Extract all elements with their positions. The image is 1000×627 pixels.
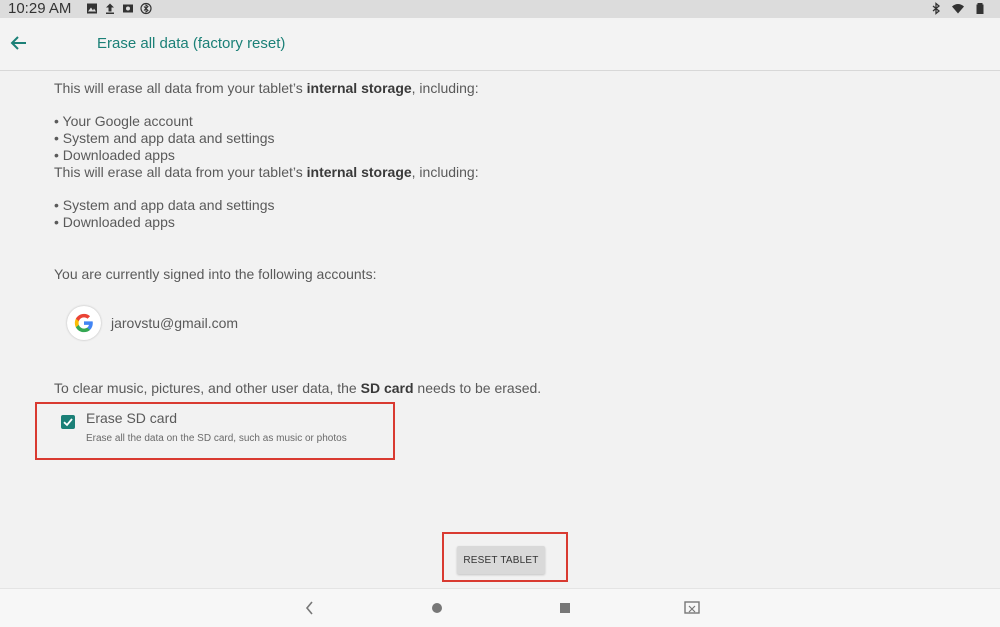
erase-list-1: • Your Google account • System and app d… [54,113,275,164]
erase-sd-title: Erase SD card [86,410,178,426]
battery-icon [976,3,984,14]
google-logo-icon [74,313,93,333]
erase-sd-subtitle: Erase all the data on the SD card, such … [86,433,347,444]
screenshot-icon[interactable] [682,598,702,618]
sd-card-note: To clear music, pictures, and other user… [54,380,542,396]
reset-button-highlight: RESET TABLET [442,532,568,582]
internal-storage-warning: This will erase all data from your table… [54,80,479,96]
arrow-left-icon[interactable] [8,32,30,54]
account-email: jarovstu@gmail.com [111,315,239,331]
wifi-icon [952,4,964,14]
home-circle-icon[interactable] [427,598,447,618]
photo-icon [123,4,133,13]
reset-tablet-button[interactable]: RESET TABLET [457,546,545,574]
upload-icon [106,3,114,14]
list-item: • Downloaded apps [54,214,175,230]
bluetooth-icon [932,2,941,15]
back-triangle-icon[interactable] [300,598,320,618]
avatar [67,306,101,340]
recents-square-icon[interactable] [555,598,575,618]
main-content: This will erase all data from your table… [0,71,1000,588]
navigation-bar [0,588,1000,627]
status-system-icons [930,2,986,15]
bluetooth-circle-icon [140,2,152,15]
check-icon [63,418,73,427]
image-icon [87,3,97,14]
erase-sd-checkbox[interactable] [61,415,75,429]
internal-storage-warning-2: This will erase all data from your table… [54,164,479,180]
accounts-heading: You are currently signed into the follow… [54,266,377,282]
list-item: • Your Google account [54,113,193,129]
app-bar: Erase all data (factory reset) [0,18,1000,71]
status-notification-icons [86,2,152,15]
list-item: • System and app data and settings [54,130,275,146]
status-bar: 10:29 AM [0,0,1000,18]
status-time: 10:29 AM [8,0,72,17]
account-row: jarovstu@gmail.com [67,306,238,340]
page-title: Erase all data (factory reset) [97,35,286,52]
erase-sd-card-option[interactable]: Erase SD card Erase all the data on the … [35,402,395,460]
list-item: • System and app data and settings [54,197,275,213]
list-item: • Downloaded apps [54,147,175,163]
erase-list-2: • System and app data and settings • Dow… [54,197,275,231]
